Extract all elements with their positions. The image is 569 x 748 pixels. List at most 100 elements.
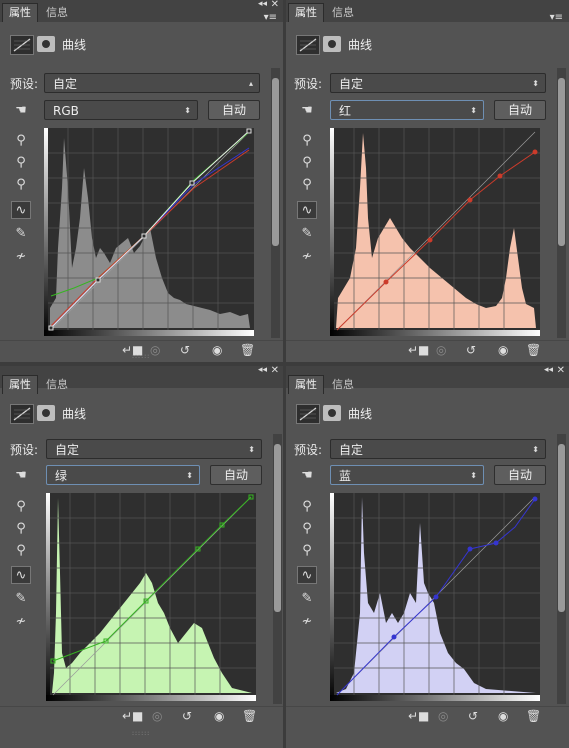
smooth-icon[interactable]: ≁ [11, 613, 31, 631]
reset-icon[interactable]: ↺ [180, 343, 190, 357]
tab-info[interactable]: 信息 [40, 4, 74, 22]
preset-select[interactable]: 自定 ⬍ [330, 439, 546, 459]
close-icon[interactable]: ✕ [557, 366, 565, 376]
tab-info[interactable]: 信息 [40, 376, 74, 394]
auto-button[interactable]: 自动 [494, 100, 546, 120]
mask-icon[interactable] [37, 36, 55, 52]
panel-scrollbar[interactable] [271, 68, 280, 338]
preset-select[interactable]: 自定 ⬍ [330, 73, 546, 93]
trash-icon[interactable]: 🗑 [242, 709, 257, 723]
collapse-icon[interactable]: ◂◂ [258, 366, 267, 375]
auto-button[interactable]: 自动 [494, 465, 546, 485]
trash-icon[interactable]: 🗑 [526, 343, 541, 357]
eyedropper-icon[interactable]: ⚲ [11, 132, 31, 150]
panel-scrollbar[interactable] [273, 434, 282, 704]
panel-menu-icon[interactable]: ▾≡ [264, 13, 277, 23]
select-arrows-icon: ▴ [248, 79, 253, 88]
view-previous-icon[interactable]: ◎ [438, 709, 448, 723]
pencil-icon[interactable]: ✎ [297, 225, 317, 243]
reset-icon[interactable]: ↺ [182, 709, 192, 723]
scrollbar-thumb[interactable] [558, 444, 565, 612]
curve-tool-icon[interactable]: ∿ [297, 201, 317, 219]
tab-info[interactable]: 信息 [326, 376, 360, 394]
pencil-icon[interactable]: ✎ [11, 225, 31, 243]
collapse-icon[interactable]: ◂◂ [544, 366, 553, 375]
eyedropper-icon[interactable]: ⚲ [11, 154, 31, 172]
scrollbar-thumb[interactable] [274, 444, 281, 612]
eyedropper-icon[interactable]: ⚲ [297, 176, 317, 194]
eye-icon[interactable]: ◉ [212, 343, 222, 357]
tab-info[interactable]: 信息 [326, 4, 360, 22]
clip-to-layer-icon[interactable]: ↵■ [122, 709, 143, 723]
curve-tool-icon[interactable]: ∿ [297, 566, 317, 584]
select-arrows-icon: ⬍ [532, 445, 539, 454]
hand-icon[interactable]: ☚ [11, 102, 31, 120]
eyedropper-icon[interactable]: ⚲ [297, 520, 317, 538]
view-previous-icon[interactable]: ◎ [150, 343, 160, 357]
close-icon[interactable]: ✕ [271, 0, 279, 10]
smooth-icon[interactable]: ≁ [297, 248, 317, 266]
curve-point [427, 237, 433, 243]
curve-tool-icon[interactable]: ∿ [11, 201, 31, 219]
curve-graph[interactable] [46, 493, 256, 701]
pencil-icon[interactable]: ✎ [11, 590, 31, 608]
curve-graph[interactable] [330, 493, 540, 701]
mask-icon[interactable] [323, 36, 341, 52]
auto-button[interactable]: 自动 [208, 100, 260, 120]
curve-tool-icon[interactable]: ∿ [11, 566, 31, 584]
eyedropper-icon[interactable]: ⚲ [297, 132, 317, 150]
panel-menu-icon[interactable]: ▾≡ [550, 13, 563, 23]
reset-icon[interactable]: ↺ [468, 709, 478, 723]
channel-select[interactable]: 红 ⬍ [330, 100, 484, 120]
hand-icon[interactable]: ☚ [11, 467, 31, 485]
eyedropper-icon[interactable]: ⚲ [11, 498, 31, 516]
eye-icon[interactable]: ◉ [498, 709, 508, 723]
channel-select[interactable]: RGB ⬍ [44, 100, 198, 120]
collapse-icon[interactable]: ◂◂ [258, 0, 267, 9]
tab-properties[interactable]: 属性 [288, 3, 324, 22]
eyedropper-icon[interactable]: ⚲ [297, 154, 317, 172]
resize-grip[interactable]: :::::: [132, 730, 150, 737]
view-previous-icon[interactable]: ◎ [152, 709, 162, 723]
curve-graph[interactable] [44, 128, 254, 336]
tab-properties[interactable]: 属性 [2, 375, 38, 394]
resize-grip[interactable]: :::::: [132, 353, 150, 360]
select-arrows-icon: ⬍ [470, 471, 477, 480]
eyedropper-icon[interactable]: ⚲ [297, 542, 317, 560]
smooth-icon[interactable]: ≁ [11, 248, 31, 266]
channel-select[interactable]: 蓝 ⬍ [330, 465, 484, 485]
scrollbar-thumb[interactable] [558, 78, 565, 246]
close-icon[interactable]: ✕ [271, 366, 279, 376]
eyedropper-icon[interactable]: ⚲ [297, 498, 317, 516]
hand-icon[interactable]: ☚ [297, 102, 317, 120]
eyedropper-icon[interactable]: ⚲ [11, 176, 31, 194]
mask-icon[interactable] [37, 405, 55, 421]
tab-properties[interactable]: 属性 [288, 375, 324, 394]
tab-properties[interactable]: 属性 [2, 3, 38, 22]
pencil-icon[interactable]: ✎ [297, 590, 317, 608]
trash-icon[interactable]: 🗑 [526, 709, 541, 723]
panel-scrollbar[interactable] [557, 68, 566, 338]
preset-select[interactable]: 自定 ▴ [44, 73, 260, 93]
eyedropper-icon[interactable]: ⚲ [11, 542, 31, 560]
view-previous-icon[interactable]: ◎ [436, 343, 446, 357]
curves-panel-rgb: ◂◂ ✕ 属性 信息 ▾≡ 曲线 预设: 自定 ▴ ☚ RGB ⬍ 自动 ⚲ ⚲ ⚲… [0, 0, 283, 362]
auto-button[interactable]: 自动 [210, 465, 262, 485]
clip-to-layer-icon[interactable]: ↵■ [408, 709, 429, 723]
eyedropper-icon[interactable]: ⚲ [11, 520, 31, 538]
hand-icon[interactable]: ☚ [297, 467, 317, 485]
curve-graph[interactable] [330, 128, 540, 336]
curve-point [48, 325, 54, 331]
mask-icon[interactable] [323, 405, 341, 421]
smooth-icon[interactable]: ≁ [297, 613, 317, 631]
clip-to-layer-icon[interactable]: ↵■ [408, 343, 429, 357]
eye-icon[interactable]: ◉ [214, 709, 224, 723]
trash-icon[interactable]: 🗑 [240, 343, 255, 357]
panel-footer: ↵■ ◎ ↺ ◉ 🗑 [286, 340, 569, 361]
reset-icon[interactable]: ↺ [466, 343, 476, 357]
preset-select[interactable]: 自定 ⬍ [46, 439, 262, 459]
channel-select[interactable]: 绿 ⬍ [46, 465, 200, 485]
panel-scrollbar[interactable] [557, 434, 566, 704]
scrollbar-thumb[interactable] [272, 78, 279, 246]
eye-icon[interactable]: ◉ [498, 343, 508, 357]
